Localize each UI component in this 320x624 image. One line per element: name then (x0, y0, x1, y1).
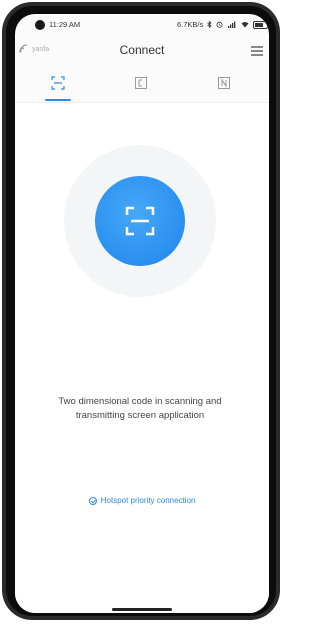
hotspot-priority-link[interactable]: Hotspot priority connection (15, 496, 269, 505)
status-bar: 11:29 AM 6.7KB/s (15, 14, 269, 36)
qr-scan-icon (125, 206, 155, 236)
check-circle-icon (88, 497, 97, 505)
front-camera (35, 20, 45, 30)
nfc-icon (218, 77, 230, 89)
signal-icon (227, 21, 237, 30)
app-bar: yanfa Connect (15, 36, 269, 68)
hotspot-link-label: Hotspot priority connection (100, 496, 196, 505)
scan-icon (51, 76, 65, 90)
scan-description: Two dimensional code in scanning and tra… (58, 396, 222, 421)
tab-bar (15, 68, 269, 103)
alarm-icon (216, 21, 223, 30)
bluetooth-icon (207, 20, 212, 30)
network-speed: 6.7KB/s (177, 20, 204, 29)
status-indicators: 6.7KB/s (177, 20, 268, 30)
code-icon (135, 77, 147, 89)
home-indicator[interactable] (112, 608, 172, 611)
status-time: 11:29 AM (49, 20, 81, 29)
page-title: Connect (119, 43, 165, 57)
wifi-icon (241, 21, 249, 30)
active-tab-indicator (45, 99, 71, 101)
battery-icon (252, 21, 268, 30)
menu-icon[interactable] (251, 46, 263, 56)
tab-scan[interactable] (38, 76, 78, 100)
phone-bezel: 11:29 AM 6.7KB/s yanfa Connect Two dimen… (6, 6, 276, 616)
scan-button[interactable] (95, 176, 185, 266)
phone-frame: 11:29 AM 6.7KB/s yanfa Connect Two dimen… (2, 2, 280, 620)
tab-code[interactable] (121, 76, 161, 100)
tab-nfc[interactable] (204, 76, 244, 100)
app-screen: 11:29 AM 6.7KB/s yanfa Connect Two dimen… (15, 14, 269, 613)
connect-content: Two dimensional code in scanning and tra… (15, 103, 269, 613)
